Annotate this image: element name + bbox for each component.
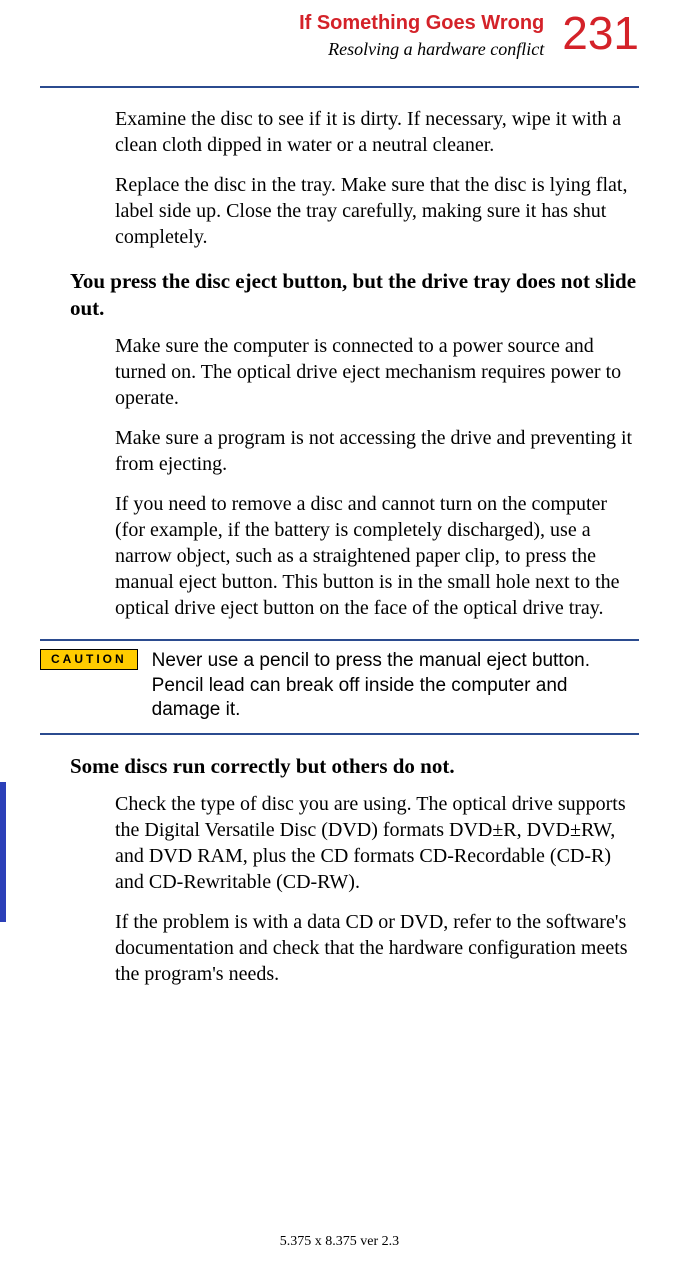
chapter-title: If Something Goes Wrong <box>299 10 544 36</box>
caution-block: CAUTION Never use a pencil to press the … <box>40 639 639 735</box>
caution-label: CAUTION <box>40 649 138 671</box>
section-title: Resolving a hardware conflict <box>299 38 544 61</box>
body-block-3: Check the type of disc you are using. Th… <box>115 791 639 987</box>
paragraph: If the problem is with a data CD or DVD,… <box>115 909 639 987</box>
body-block-1: Examine the disc to see if it is dirty. … <box>115 106 639 250</box>
paragraph: Make sure the computer is connected to a… <box>115 333 639 411</box>
page-number: 231 <box>562 10 639 56</box>
paragraph: Replace the disc in the tray. Make sure … <box>115 172 639 250</box>
paragraph: If you need to remove a disc and cannot … <box>115 491 639 621</box>
paragraph: Examine the disc to see if it is dirty. … <box>115 106 639 158</box>
page-header: If Something Goes Wrong Resolving a hard… <box>40 10 639 61</box>
top-rule <box>40 86 639 88</box>
body-block-2: Make sure the computer is connected to a… <box>115 333 639 621</box>
footer-text: 5.375 x 8.375 ver 2.3 <box>0 1233 679 1251</box>
caution-text: Never use a pencil to press the manual e… <box>152 649 639 723</box>
page-content: If Something Goes Wrong Resolving a hard… <box>0 0 679 987</box>
header-text-block: If Something Goes Wrong Resolving a hard… <box>299 10 544 61</box>
paragraph: Make sure a program is not accessing the… <box>115 425 639 477</box>
subheading-eject: You press the disc eject button, but the… <box>70 268 639 321</box>
paragraph: Check the type of disc you are using. Th… <box>115 791 639 895</box>
side-tab <box>0 782 6 922</box>
subheading-some-discs: Some discs run correctly but others do n… <box>70 753 639 779</box>
